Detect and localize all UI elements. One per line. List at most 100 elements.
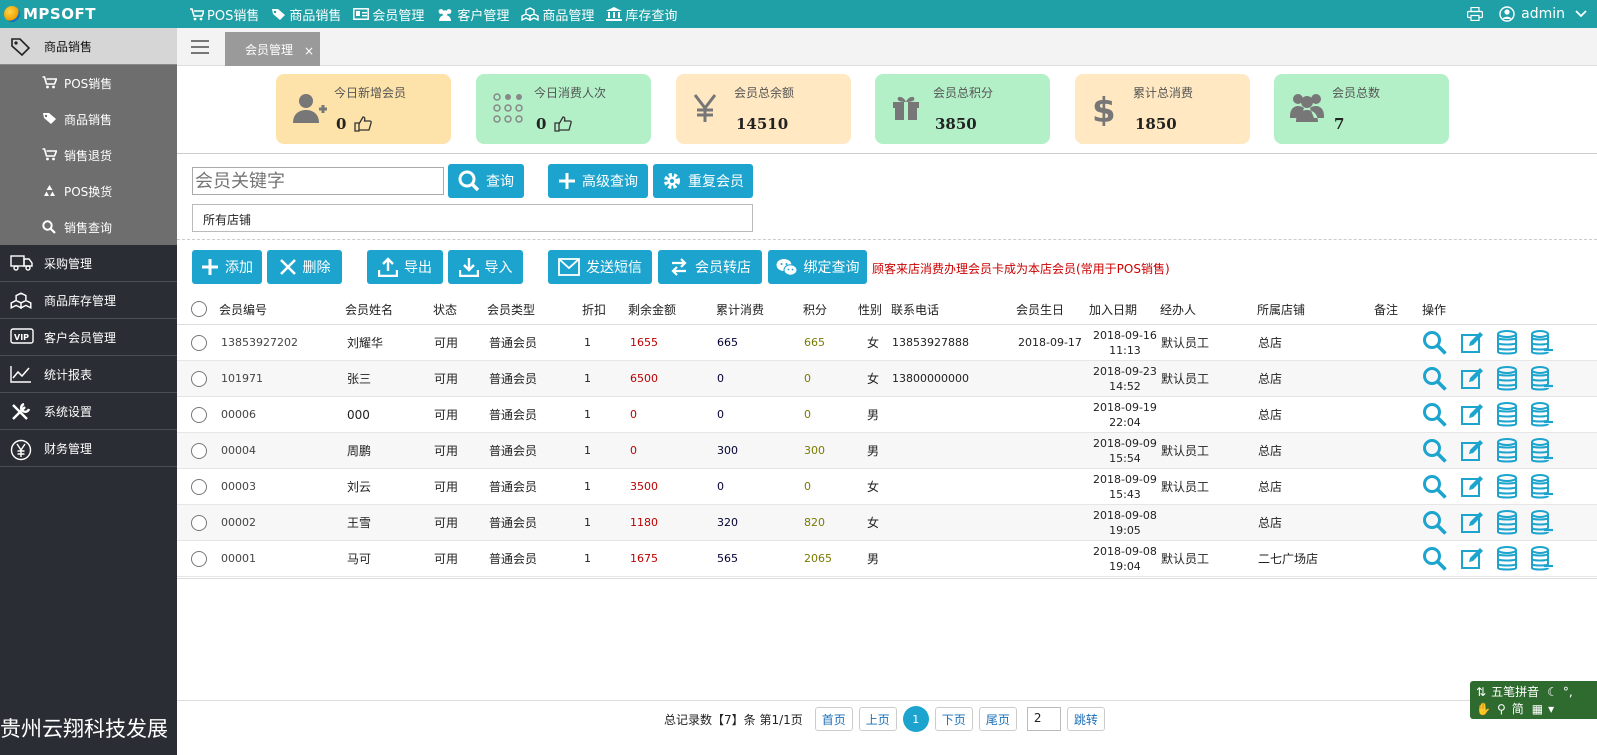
user-circle-icon[interactable]: [1499, 6, 1515, 22]
search-icon[interactable]: [1422, 438, 1448, 464]
coins-icon[interactable]: [1496, 545, 1518, 572]
search-icon[interactable]: [1422, 402, 1448, 428]
table-row[interactable]: 101971 张三 可用 普通会员 1 6500 0 0 女 13800000000 2018-09…: [177, 361, 1597, 397]
topnav-customer-mgmt[interactable]: 客户管理: [436, 5, 509, 24]
last-page-button[interactable]: 尾页: [978, 707, 1017, 731]
coins-icon[interactable]: [1496, 329, 1518, 356]
coins-add-icon[interactable]: [1530, 365, 1554, 392]
jump-button[interactable]: 跳转: [1066, 707, 1105, 731]
sidebar-subitem-label: 商品销售: [64, 112, 113, 127]
coins-add-icon[interactable]: [1530, 473, 1554, 500]
sidebar-subitem-pos-sales[interactable]: POS销售: [0, 65, 177, 101]
sidebar-item-purchase[interactable]: 采购管理: [0, 245, 177, 282]
delete-button[interactable]: 删除: [267, 250, 342, 284]
sidebar-subitem-sales-query[interactable]: 销售查询: [0, 209, 177, 245]
row-select-radio[interactable]: [191, 361, 207, 396]
cell-gender: 男: [867, 408, 880, 422]
edit-icon[interactable]: [1460, 511, 1484, 535]
topnav-member-mgmt[interactable]: 会员管理: [353, 5, 424, 24]
search-icon[interactable]: [1422, 474, 1448, 500]
table-row[interactable]: 00003 刘云 可用 普通会员 1 3500 0 0 女 2018-09-09 15:43 默认员工…: [177, 469, 1597, 505]
coins-icon[interactable]: [1496, 509, 1518, 536]
cart-icon: [42, 76, 57, 89]
row-select-radio[interactable]: [191, 505, 207, 540]
chevron-down-icon[interactable]: [1575, 10, 1587, 18]
tab-member-management[interactable]: 会员管理 ×: [225, 32, 320, 66]
cell-discount: 1: [584, 444, 591, 457]
member-keyword-input[interactable]: [192, 167, 444, 195]
sidebar-item-reports[interactable]: 统计报表: [0, 356, 177, 393]
topnav-pos-sales[interactable]: POS销售: [190, 5, 259, 24]
send-sms-button[interactable]: 发送短信: [548, 250, 652, 284]
ime-toolbar[interactable]: ⇅ 五笔拼音 ☾ °, ✋ ⚲ 简 ▦ ▾: [1470, 681, 1597, 719]
coins-add-icon[interactable]: [1530, 509, 1554, 536]
current-page-button[interactable]: 1: [902, 706, 929, 732]
jump-page-input[interactable]: 2: [1026, 707, 1061, 731]
row-select-radio[interactable]: [191, 433, 207, 468]
bind-query-button[interactable]: 绑定查询: [768, 250, 867, 284]
tab-bar: 会员管理 ×: [177, 28, 1597, 66]
edit-icon[interactable]: [1460, 547, 1484, 571]
search-icon[interactable]: [1422, 510, 1448, 536]
search-icon[interactable]: [1422, 366, 1448, 392]
join-date: 2018-09-09: [1093, 472, 1157, 486]
coins-add-icon[interactable]: [1530, 437, 1554, 464]
stat-value-row: 14510: [736, 115, 788, 133]
sidebar-item-inventory[interactable]: 商品库存管理: [0, 282, 177, 319]
print-icon[interactable]: [1467, 7, 1484, 21]
sidebar-item-finance[interactable]: 财务管理: [0, 430, 177, 467]
edit-icon[interactable]: [1460, 403, 1484, 427]
advanced-query-button[interactable]: 高级查询: [548, 164, 648, 198]
sidebar-subitem-pos-exchange[interactable]: POS换货: [0, 173, 177, 209]
top-nav: POS销售 商品销售 会员管理 客户管理 商品管理 库存查询: [190, 0, 689, 28]
query-button[interactable]: 查询: [448, 164, 524, 198]
table-row[interactable]: 00002 王雪 可用 普通会员 1 1180 320 820 女 2018-09-08 19:05…: [177, 505, 1597, 541]
coins-icon[interactable]: [1496, 401, 1518, 428]
sidebar-subitem-sales-return[interactable]: 销售退货: [0, 137, 177, 173]
export-button[interactable]: 导出: [367, 250, 443, 284]
row-select-radio[interactable]: [191, 325, 207, 360]
store-select[interactable]: 所有店铺: [192, 204, 753, 232]
table-row[interactable]: 00004 周鹏 可用 普通会员 1 0 300 300 男 2018-09-09 15:54 默认员…: [177, 433, 1597, 469]
first-page-button[interactable]: 首页: [814, 707, 853, 731]
coins-icon[interactable]: [1496, 473, 1518, 500]
coins-icon[interactable]: [1496, 437, 1518, 464]
row-select-radio[interactable]: [191, 469, 207, 504]
sidebar-subitem-product-sales[interactable]: 商品销售: [0, 101, 177, 137]
next-page-button[interactable]: 下页: [934, 707, 973, 731]
gear-icon: [664, 173, 680, 189]
topnav-product-sales[interactable]: 商品销售: [271, 5, 341, 24]
add-button[interactable]: 添加: [192, 250, 262, 284]
edit-icon[interactable]: [1460, 367, 1484, 391]
search-icon[interactable]: [1422, 330, 1448, 356]
topnav-inventory[interactable]: 库存查询: [606, 5, 677, 24]
logo[interactable]: MPSOFT: [4, 4, 96, 24]
duplicate-member-button[interactable]: 重复会员: [653, 164, 753, 198]
table-row[interactable]: 00006 000 可用 普通会员 1 0 0 0 男 2018-09-19 22:04 总店: [177, 397, 1597, 433]
username[interactable]: admin: [1521, 6, 1565, 22]
edit-icon[interactable]: [1460, 331, 1484, 355]
sidebar-item-product-sales[interactable]: 商品销售: [0, 28, 177, 65]
sidebar-item-settings[interactable]: 系统设置: [0, 393, 177, 430]
coins-add-icon[interactable]: [1530, 329, 1554, 356]
column-header: 状态: [433, 302, 458, 317]
coins-add-icon[interactable]: [1530, 545, 1554, 572]
search-icon[interactable]: [1422, 546, 1448, 572]
select-all-radio[interactable]: [191, 294, 207, 324]
row-select-radio[interactable]: [191, 397, 207, 432]
coins-icon[interactable]: [1496, 365, 1518, 392]
tab-close-icon[interactable]: ×: [304, 44, 314, 58]
table-row[interactable]: 13853927202 刘耀华 可用 普通会员 1 1655 665 665 女 13853927…: [177, 325, 1597, 361]
topnav-product-mgmt[interactable]: 商品管理: [521, 5, 594, 24]
table-row[interactable]: 00001 马可 可用 普通会员 1 1675 565 2065 男 2018-09-08 19:0…: [177, 541, 1597, 577]
edit-icon[interactable]: [1460, 439, 1484, 463]
prev-page-button[interactable]: 上页: [858, 707, 897, 731]
menu-toggle-icon[interactable]: [191, 40, 209, 54]
import-button[interactable]: 导入: [448, 250, 523, 284]
member-transfer-button[interactable]: 会员转店: [658, 250, 762, 284]
radio-circle: [191, 514, 207, 531]
coins-add-icon[interactable]: [1530, 401, 1554, 428]
sidebar-item-customer-vip[interactable]: VIP 客户会员管理: [0, 319, 177, 356]
edit-icon[interactable]: [1460, 475, 1484, 499]
row-select-radio[interactable]: [191, 541, 207, 576]
